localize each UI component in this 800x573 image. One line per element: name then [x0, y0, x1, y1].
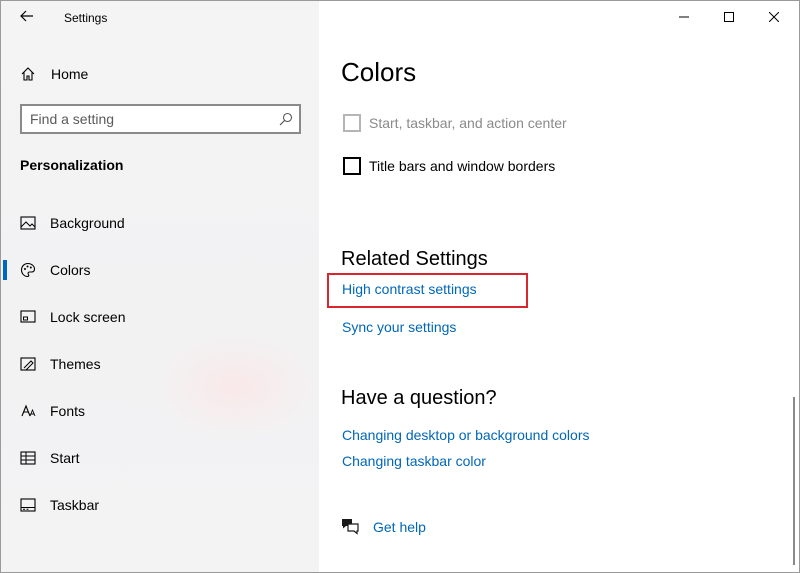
sidebar-item-label: Lock screen: [50, 309, 126, 325]
question-heading: Have a question?: [341, 387, 497, 409]
maximize-button[interactable]: [706, 1, 752, 35]
changing-taskbar-color-link[interactable]: Changing taskbar color: [342, 453, 486, 469]
search-box: [20, 104, 301, 134]
sidebar-item-lock-screen[interactable]: Lock screen: [1, 297, 319, 337]
close-button[interactable]: [751, 1, 797, 35]
high-contrast-settings-link[interactable]: High contrast settings: [342, 281, 477, 297]
section-title: Personalization: [20, 157, 124, 173]
back-button[interactable]: [13, 5, 41, 31]
sidebar-item-colors[interactable]: Colors: [1, 250, 319, 290]
sidebar-item-taskbar[interactable]: Taskbar: [1, 485, 319, 525]
checkbox-box[interactable]: [343, 114, 361, 132]
sidebar-item-fonts[interactable]: Fonts: [1, 391, 319, 431]
checkbox-box[interactable]: [343, 157, 361, 175]
main-content: Colors Start, taskbar, and action center…: [319, 1, 799, 572]
checkbox-label: Title bars and window borders: [369, 158, 556, 174]
maximize-icon: [724, 9, 734, 27]
nav-home-label: Home: [51, 66, 89, 82]
checkbox-label: Start, taskbar, and action center: [369, 115, 567, 131]
sidebar-item-label: Taskbar: [50, 497, 100, 513]
nav-home[interactable]: Home: [1, 59, 319, 89]
minimize-button[interactable]: [661, 1, 707, 35]
sidebar-item-label: Colors: [50, 262, 91, 278]
taskbar-icon: [20, 497, 36, 513]
search-icon[interactable]: [279, 112, 293, 126]
page-title: Colors: [341, 57, 417, 87]
sidebar-item-label: Start: [50, 450, 80, 466]
sidebar-item-label: Background: [50, 215, 125, 231]
changing-desktop-colors-link[interactable]: Changing desktop or background colors: [342, 427, 590, 443]
related-settings-heading: Related Settings: [341, 248, 488, 270]
sidebar-item-start[interactable]: Start: [1, 438, 319, 478]
app-title: Settings: [64, 11, 108, 25]
start-icon: [20, 450, 36, 466]
search-input[interactable]: [30, 110, 270, 128]
lock-screen-icon: [20, 309, 36, 325]
sidebar: Settings Home Personalization Background: [1, 1, 321, 572]
title-bar: Settings: [1, 1, 319, 35]
sidebar-item-label: Themes: [50, 356, 101, 372]
scrollbar[interactable]: [793, 397, 795, 565]
fonts-icon: [20, 403, 36, 419]
settings-window: Settings Home Personalization Background: [0, 0, 800, 573]
sidebar-item-background[interactable]: Background: [1, 203, 319, 243]
sidebar-item-label: Fonts: [50, 403, 86, 419]
sidebar-item-themes[interactable]: Themes: [1, 344, 319, 384]
palette-icon: [20, 262, 36, 278]
selection-indicator: [3, 260, 7, 280]
themes-icon: [20, 356, 36, 372]
close-icon: [768, 9, 780, 27]
back-arrow-icon: [20, 9, 34, 27]
picture-icon: [20, 215, 36, 231]
home-icon: [20, 66, 36, 82]
minimize-icon: [679, 9, 689, 27]
sync-settings-link[interactable]: Sync your settings: [342, 319, 456, 335]
chat-help-icon: [341, 517, 359, 535]
get-help-link[interactable]: Get help: [373, 519, 426, 535]
